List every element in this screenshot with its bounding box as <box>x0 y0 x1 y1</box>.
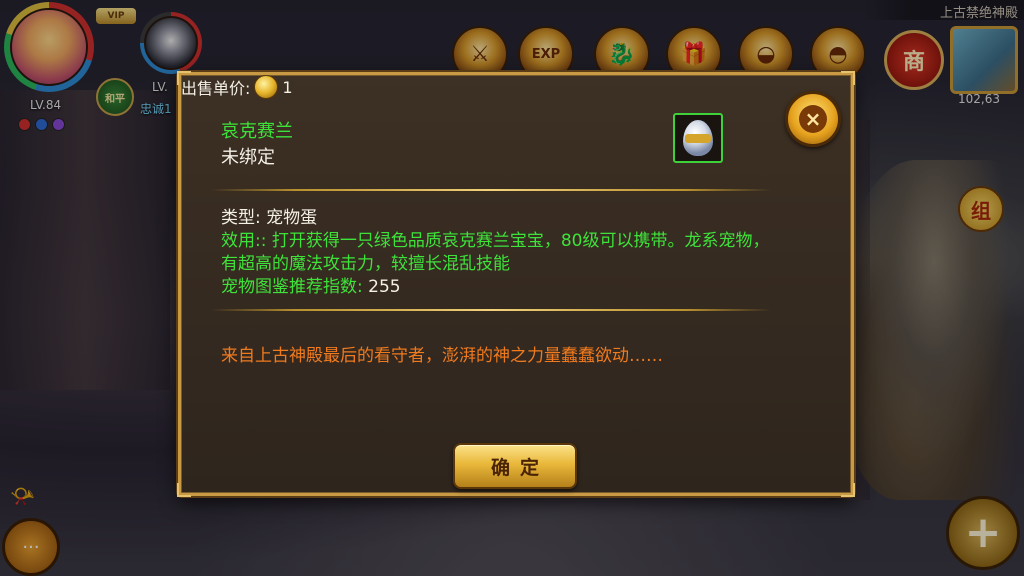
sell-price: 出售单价: 1 <box>181 75 851 99</box>
recommend-index-value: 255 <box>368 277 401 297</box>
item-effect: 效用:: 打开获得一只绿色品质哀克赛兰宝宝，80级可以携带。龙系宠物，有超高的魔… <box>221 231 770 274</box>
sell-price-value: 1 <box>282 77 293 97</box>
item-type: 类型: 宠物蛋 <box>221 208 318 228</box>
frame-corner <box>841 71 855 85</box>
close-button[interactable]: × <box>785 91 841 147</box>
item-info-dialog: × 哀克赛兰 未绑定 类型: 宠物蛋 效用:: 打开获得一只绿色品质哀克赛兰宝宝… <box>177 71 855 497</box>
close-icon: × <box>799 105 827 133</box>
divider-middle <box>211 309 771 311</box>
item-slot[interactable] <box>673 113 723 163</box>
recommend-index-label: 宠物图鉴推荐指数: <box>221 277 363 297</box>
divider-top <box>211 189 771 191</box>
pet-egg-icon <box>683 120 713 156</box>
sell-price-label: 出售单价: <box>181 79 251 98</box>
item-flavor-text: 来自上古神殿最后的看守者，澎湃的神之力量蠢蠢欲动…… <box>221 346 663 366</box>
frame-corner <box>177 483 191 497</box>
bind-status: 未绑定 <box>221 147 275 168</box>
coin-icon <box>254 75 279 99</box>
pet-recommend-index: 宠物图鉴推荐指数: 255 <box>221 276 401 299</box>
confirm-button[interactable]: 确定 <box>453 443 577 489</box>
frame-corner <box>177 71 191 85</box>
item-name: 哀克赛兰 <box>221 121 293 142</box>
frame-corner <box>841 483 855 497</box>
